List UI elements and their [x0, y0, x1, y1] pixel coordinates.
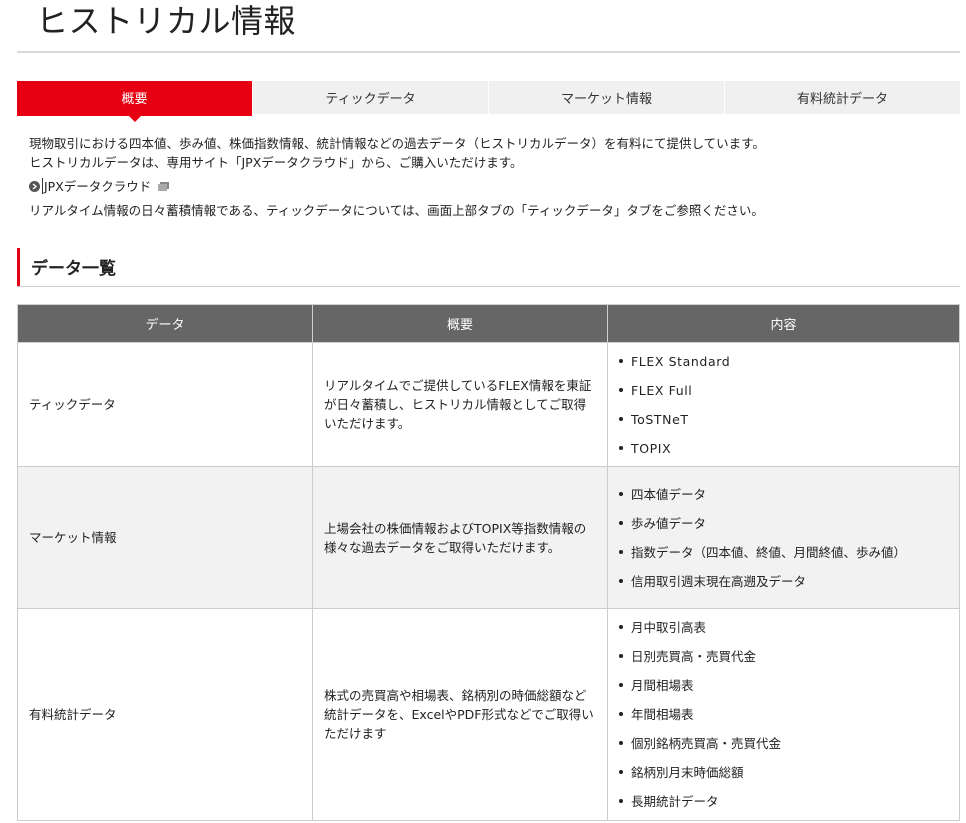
table-row: マーケット情報 上場会社の株価情報およびTOPIX等指数情報の様々な過去データを… [17, 466, 960, 609]
row-summary: 株式の売買高や相場表、銘柄別の時価総額など統計データを、ExcelやPDF形式な… [312, 608, 608, 821]
row-summary: 上場会社の株価情報およびTOPIX等指数情報の様々な過去データをご取得いただけま… [312, 466, 608, 609]
tab-tick-data-label: ティックデータ [325, 92, 416, 107]
tab-paid-statistics-label: 有料統計データ [796, 92, 888, 107]
intro-line-3: リアルタイム情報の日々蓄積情報である、ティックデータについては、画面上部タブの「… [29, 203, 764, 218]
column-header-contents: 内容 [607, 304, 960, 343]
intro-line-1: 現物取引における四本値、歩み値、株価指数情報、統計情報などの過去データ（ヒストリ… [29, 136, 765, 151]
row-contents: FLEX Standard FLEX Full ToSTNeT TOPIX [607, 342, 960, 467]
list-item: 月間相場表 [619, 671, 948, 700]
list-item: ToSTNeT [619, 405, 948, 434]
row-summary: リアルタイムでご提供しているFLEX情報を東証が日々蓄積し、ヒストリカル情報とし… [312, 342, 608, 467]
row-contents: 月中取引高表 日別売買高・売買代金 月間相場表 年間相場表 個別銘柄売買高・売買… [607, 608, 960, 821]
tab-market-info[interactable]: マーケット情報 [488, 81, 724, 116]
row-data-name: マーケット情報 [17, 466, 313, 609]
list-item: 四本値データ [619, 480, 948, 509]
list-item: FLEX Standard [619, 347, 948, 376]
tab-overview[interactable]: 概要 [17, 81, 252, 122]
list-item: 信用取引週末現在高遡及データ [619, 567, 948, 596]
list-item: 日別売買高・売買代金 [619, 642, 948, 671]
list-item: 長期統計データ [619, 787, 948, 816]
chevron-right-circle-icon [29, 180, 40, 192]
table-row: 有料統計データ 株式の売買高や相場表、銘柄別の時価総額など統計データを、Exce… [17, 608, 960, 821]
title-divider [17, 51, 960, 53]
section-heading: データ一覧 [17, 248, 960, 287]
list-item: 年間相場表 [619, 700, 948, 729]
text-cursor [42, 178, 43, 194]
contents-list: 月中取引高表 日別売買高・売買代金 月間相場表 年間相場表 個別銘柄売買高・売買… [619, 610, 948, 819]
list-item: 個別銘柄売買高・売買代金 [619, 729, 948, 758]
tab-market-info-label: マーケット情報 [560, 92, 652, 107]
jpx-data-cloud-link-row: JPXデータクラウド [29, 176, 949, 196]
contents-list: 四本値データ 歩み値データ 指数データ（四本値、終値、月間終値、歩み値） 信用取… [619, 477, 948, 599]
contents-list: FLEX Standard FLEX Full ToSTNeT TOPIX [619, 344, 948, 466]
row-data-name: ティックデータ [17, 342, 313, 467]
tab-overview-label: 概要 [121, 92, 148, 107]
page-title: ヒストリカル情報 [36, 2, 297, 40]
column-header-data: データ [17, 304, 313, 343]
tab-paid-statistics[interactable]: 有料統計データ [724, 81, 960, 116]
intro-text: 現物取引における四本値、歩み値、株価指数情報、統計情報などの過去データ（ヒストリ… [29, 134, 949, 220]
list-item: 歩み値データ [619, 509, 948, 538]
jpx-data-cloud-link[interactable]: JPXデータクラウド [44, 177, 151, 196]
row-data-name: 有料統計データ [17, 608, 313, 821]
list-item: FLEX Full [619, 376, 948, 405]
list-item: 月中取引高表 [619, 613, 948, 642]
column-header-summary: 概要 [312, 304, 608, 343]
tab-bar: 概要 ティックデータ マーケット情報 有料統計データ [17, 81, 960, 122]
external-window-icon [158, 181, 170, 191]
tab-tick-data[interactable]: ティックデータ [252, 81, 488, 116]
list-item: 指数データ（四本値、終値、月間終値、歩み値） [619, 538, 948, 567]
table-header-row: データ 概要 内容 [17, 304, 960, 343]
intro-line-2: ヒストリカルデータは、専用サイト「JPXデータクラウド」から、ご購入いただけます… [29, 155, 523, 170]
data-table: データ 概要 内容 ティックデータ リアルタイムでご提供しているFLEX情報を東… [17, 304, 960, 821]
list-item: 銘柄別月末時価総額 [619, 758, 948, 787]
section-heading-title: データ一覧 [31, 259, 116, 279]
table-row: ティックデータ リアルタイムでご提供しているFLEX情報を東証が日々蓄積し、ヒス… [17, 342, 960, 467]
row-contents: 四本値データ 歩み値データ 指数データ（四本値、終値、月間終値、歩み値） 信用取… [607, 466, 960, 609]
list-item: TOPIX [619, 434, 948, 463]
section-heading-accent-bar [17, 248, 20, 286]
